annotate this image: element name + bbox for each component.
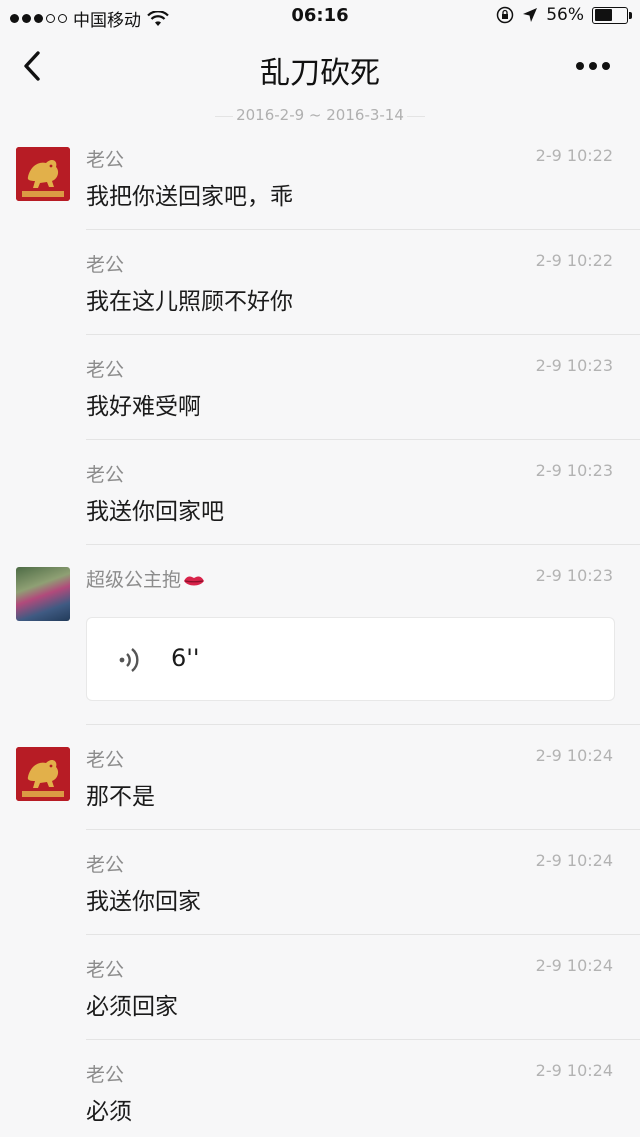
message-text: 我把你送回家吧，乖 <box>86 184 293 210</box>
message-time: 2-9 10:22 <box>535 251 613 270</box>
message-time: 2-9 10:24 <box>535 1061 613 1080</box>
message-time: 2-9 10:24 <box>535 956 613 975</box>
avatar[interactable] <box>16 567 70 621</box>
message-row[interactable]: 老公 2-9 10:24 那不是 <box>0 725 640 830</box>
message-text: 我送你回家吧 <box>86 499 224 525</box>
message-text: 我在这儿照顾不好你 <box>86 289 293 315</box>
message-time: 2-9 10:23 <box>535 356 613 375</box>
voice-wave-icon <box>119 648 139 672</box>
message-text: 必须 <box>86 1099 132 1125</box>
rotation-lock-icon <box>496 6 514 24</box>
status-bar: 中国移动 06:16 56% <box>0 0 640 34</box>
chevron-left-icon <box>24 51 40 81</box>
message-text: 那不是 <box>86 784 155 810</box>
message-row[interactable]: 老公 2-9 10:24 必须回家 <box>0 935 640 1040</box>
page-title: 乱刀砍死 <box>260 56 380 91</box>
message-time: 2-9 10:24 <box>535 851 613 870</box>
voice-message-bubble[interactable]: 6'' <box>86 617 615 701</box>
date-range-label: 2016-2-9 ~ 2016-3-14 <box>236 106 404 124</box>
message-row[interactable]: 老公 2-9 10:23 我好难受啊 <box>0 335 640 440</box>
sender-name: 老公 <box>86 149 125 171</box>
more-dots-icon <box>576 62 584 70</box>
avatar[interactable] <box>16 147 70 201</box>
message-row[interactable]: 老公 2-9 10:24 必须 <box>0 1040 640 1137</box>
message-row[interactable]: 老公 2-9 10:24 我送你回家 <box>0 830 640 935</box>
battery-percent: 56% <box>546 5 584 25</box>
divider <box>407 116 425 117</box>
message-row[interactable]: 老公 2-9 10:22 我把你送回家吧，乖 <box>0 125 640 230</box>
message-time: 2-9 10:23 <box>535 566 613 585</box>
sender-name: 老公 <box>86 959 125 981</box>
sender-name: 老公 <box>86 464 125 486</box>
nav-bar: 乱刀砍死 <box>0 34 640 98</box>
sender-name: 老公 <box>86 254 125 276</box>
battery-icon <box>592 6 632 24</box>
sender-name: 老公 <box>86 359 125 381</box>
voice-message-row[interactable]: 超级公主抱 2-9 10:23 6'' <box>0 545 640 725</box>
sender-name: 老公 <box>86 749 125 771</box>
message-time: 2-9 10:22 <box>535 146 613 165</box>
back-button[interactable] <box>18 48 50 84</box>
message-row[interactable]: 老公 2-9 10:23 我送你回家吧 <box>0 440 640 545</box>
sender-name: 超级公主抱 <box>86 565 205 592</box>
message-list[interactable]: 老公 2-9 10:22 我把你送回家吧，乖 老公 2-9 10:22 我在这儿照顾不好你… <box>0 125 640 1137</box>
sender-name: 老公 <box>86 854 125 876</box>
battery-level-fill <box>594 9 612 21</box>
lips-icon <box>184 575 205 585</box>
voice-duration: 6'' <box>171 644 200 672</box>
message-row[interactable]: 老公 2-9 10:22 我在这儿照顾不好你 <box>0 230 640 335</box>
message-time: 2-9 10:24 <box>535 746 613 765</box>
more-options-button[interactable] <box>576 56 612 76</box>
avatar[interactable] <box>16 747 70 801</box>
sender-name: 老公 <box>86 1064 125 1086</box>
message-text: 我好难受啊 <box>86 394 201 420</box>
message-text: 必须回家 <box>86 994 178 1020</box>
message-time: 2-9 10:23 <box>535 461 613 480</box>
location-arrow-icon <box>523 8 538 22</box>
message-text: 我送你回家 <box>86 889 201 915</box>
